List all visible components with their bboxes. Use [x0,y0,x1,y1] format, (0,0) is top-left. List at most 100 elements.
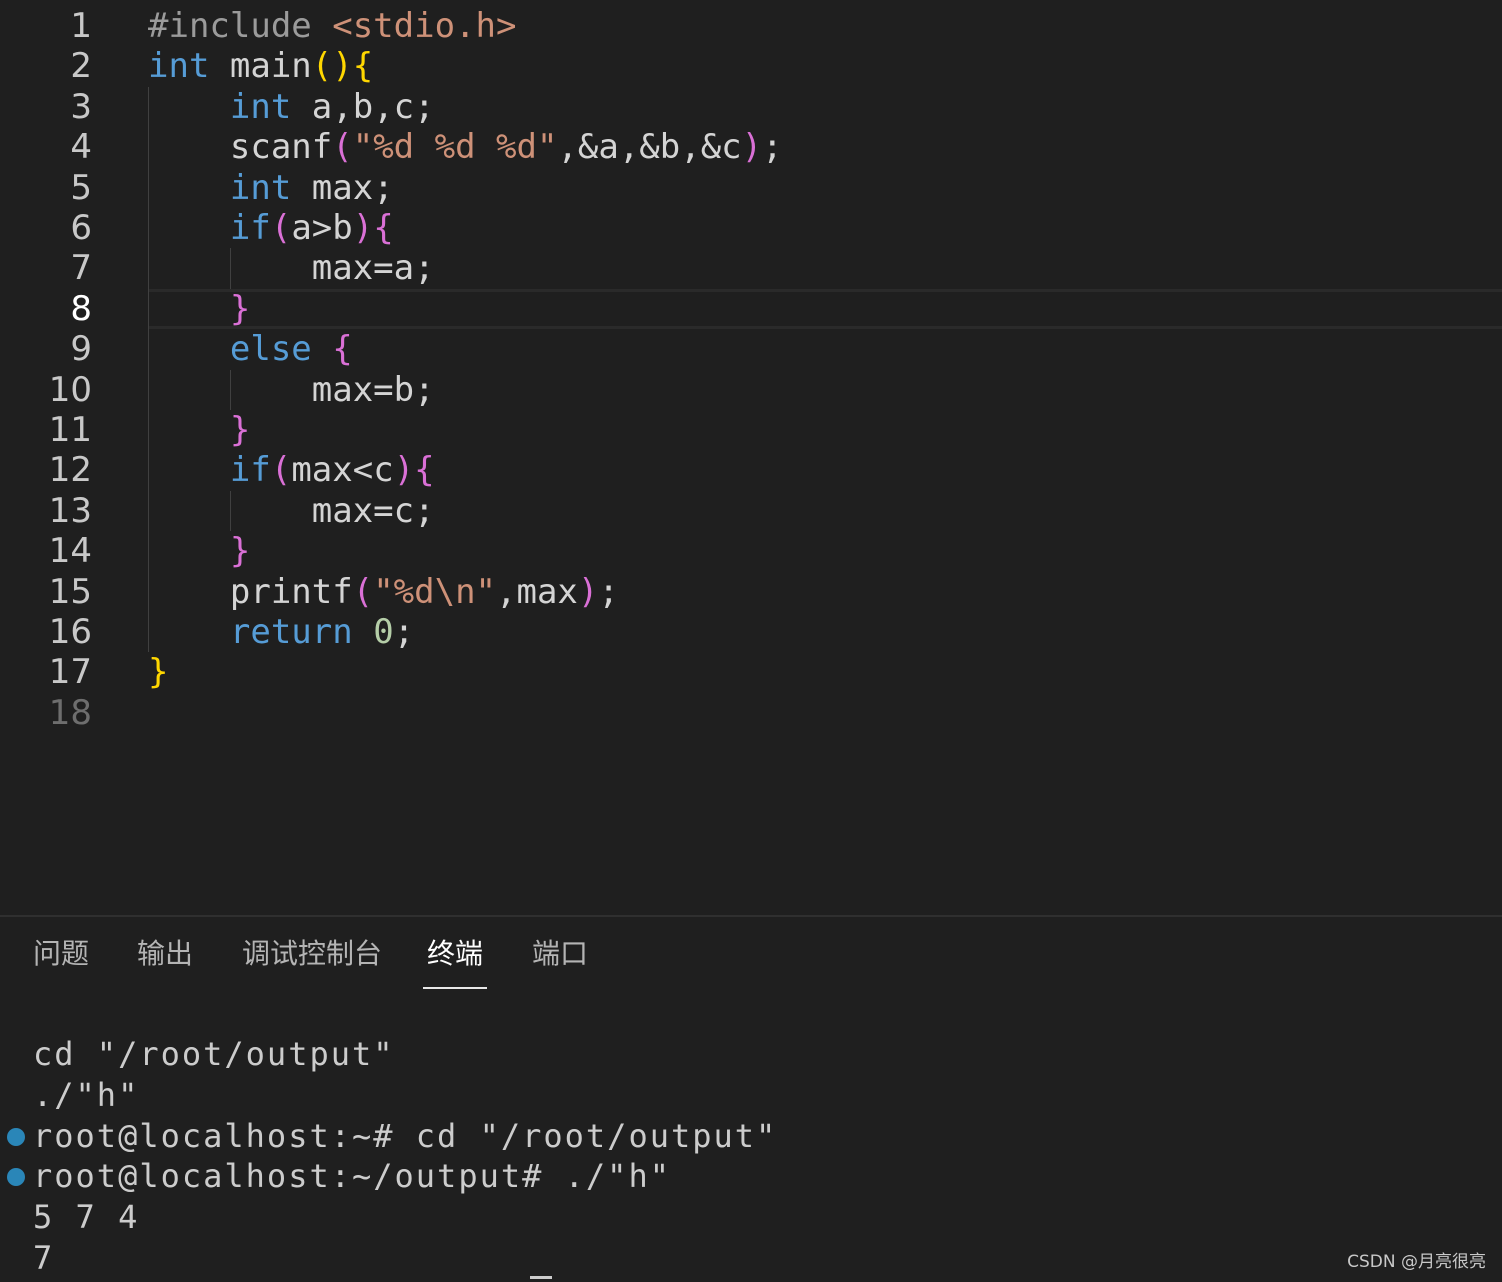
code-line[interactable]: 7 max=a; [0,248,1502,288]
code-line[interactable]: 11 } [0,410,1502,450]
code-token: ,max [496,571,578,612]
code-text: } [148,410,250,450]
code-line[interactable]: 17} [0,652,1502,692]
terminal-line: ./"h" [33,1075,140,1114]
code-text: #include <stdio.h> [148,6,516,46]
code-token: max=b; [148,369,435,410]
code-token: max=c; [148,490,435,531]
code-text: } [148,289,250,329]
indent-guide [230,248,231,289]
line-number: 18 [48,692,92,733]
code-token: max; [291,167,394,208]
terminal-line: root@localhost:~/output# ./"h" [33,1157,671,1196]
code-line[interactable]: 1 #include <stdio.h> [0,6,1502,46]
code-token: ( [270,450,292,491]
code-editor[interactable]: 1 #include <stdio.h> 2 int main(){3 int a,b… [0,0,1502,915]
code-line[interactable]: 10 max=b; [0,370,1502,410]
code-line[interactable]: 3 int a,b,c; [0,87,1502,127]
line-number: 2 [70,46,92,87]
tab-terminal[interactable]: 终端 [422,933,488,989]
code-token: int [229,167,292,208]
line-number: 8 [70,288,92,329]
line-number: 6 [70,208,92,248]
code-token: ( [352,571,374,612]
code-token: ; [393,612,415,652]
code-token: #include [148,6,333,46]
indent-guide [230,369,231,410]
terminal-line: 5 7 4 [33,1198,140,1237]
code-line[interactable]: 9 else { [0,329,1502,369]
code-text: scanf("%d %d %d",&a,&b,&c); [148,127,783,167]
terminal-line: 7 [33,1239,55,1277]
code-token: { [414,450,435,491]
code-token: <stdio.h> [332,6,517,46]
code-token: return [229,612,353,652]
code-token: int [148,46,210,87]
line-number: 16 [48,612,92,652]
code-token: ) [577,571,599,612]
code-token: ) [352,208,374,248]
terminal-line: root@localhost:~# cd "/root/output" [33,1116,778,1155]
code-token: ; [762,127,783,168]
code-text: return 0; [148,612,414,652]
code-line[interactable]: 2 int main(){ [0,46,1502,86]
code-line[interactable]: 8 } [0,288,1502,330]
tab-problems[interactable]: 问题 [33,933,89,975]
code-line[interactable]: 13 max=c; [0,491,1502,531]
line-number: 4 [70,127,92,168]
tab-ports[interactable]: 端口 [532,933,588,975]
line-number: 9 [70,329,92,370]
code-token: "%d\n" [373,571,497,612]
code-line[interactable]: 14 } [0,531,1502,571]
line-number: 17 [48,652,92,693]
code-text: max=a; [148,248,435,288]
code-line[interactable]: 4 scanf("%d %d %d",&a,&b,&c); [0,127,1502,167]
code-text: int a,b,c; [148,87,435,127]
code-token: { [352,46,374,87]
code-text: } [148,531,250,571]
code-token: () [311,46,353,87]
code-line[interactable]: 16 return 0; [0,612,1502,652]
code-token: main [209,46,312,87]
terminal-line: cd "/root/output" [33,1035,395,1073]
code-token: 0 [373,612,394,652]
tab-debug-console[interactable]: 调试控制台 [242,933,382,975]
line-number: 10 [48,369,92,410]
code-text: if(a>b){ [148,208,394,248]
line-number: 11 [48,410,92,450]
code-text: max=b; [148,370,435,410]
code-text: printf("%d\n",max); [148,572,619,612]
line-number: 1 [70,6,92,46]
code-line[interactable]: 12 if(max<c){ [0,450,1502,490]
code-line[interactable]: 18 [0,693,1502,733]
code-text: else { [148,329,353,369]
code-token: "%d %d %d" [352,127,558,168]
code-line[interactable]: 15 printf("%d\n",max); [0,572,1502,612]
code-token: if [229,450,271,491]
code-token: ,&a,&b,&c [557,127,742,168]
tab-output[interactable]: 输出 [137,933,193,975]
code-text: int main(){ [148,46,373,86]
code-line[interactable]: 6 if(a>b){ [0,208,1502,248]
indent-guide [148,86,149,653]
code-line[interactable]: 5 int max; [0,168,1502,208]
command-status-dot-icon[interactable] [7,1127,25,1146]
code-token: ; [598,571,619,612]
code-token: else [229,329,312,370]
code-token: if [229,208,271,248]
code-text: int max; [148,168,394,208]
code-token: ( [270,208,292,248]
code-token: max<c [291,450,394,491]
code-token: int [229,86,292,127]
code-token: } [229,531,251,572]
code-token: ( [332,127,353,168]
